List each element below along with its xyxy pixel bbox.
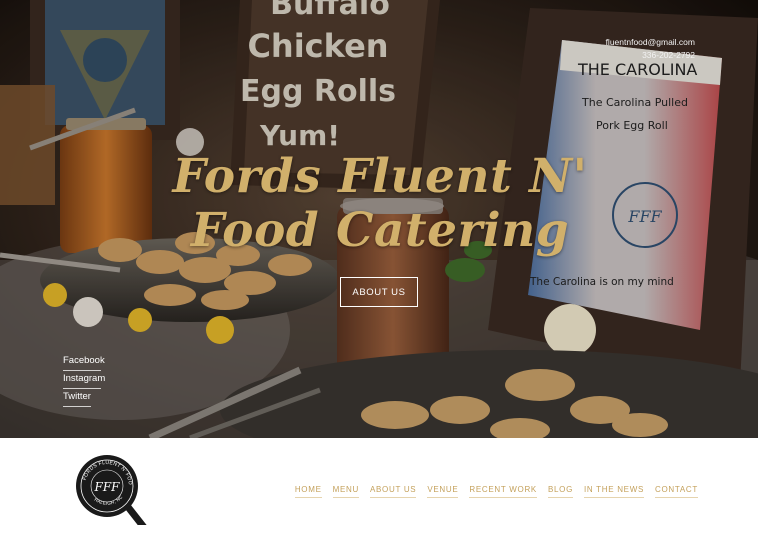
- social-link-facebook[interactable]: Facebook: [63, 355, 105, 371]
- main-navigation: HOME MENU ABOUT US VENUE RECENT WORK BLO…: [294, 485, 698, 498]
- contact-email[interactable]: fluentnfood@gmail.com: [606, 36, 695, 49]
- site-navbar: FORDS FLUENT N' FOOD RALEIGH, NC FFF HOM…: [0, 438, 758, 539]
- skillet-handle-icon: [124, 503, 147, 525]
- contact-info: fluentnfood@gmail.com 336-202-2792: [606, 36, 695, 62]
- social-link-instagram[interactable]: Instagram: [63, 373, 105, 389]
- nav-home[interactable]: HOME: [294, 485, 322, 498]
- nav-recent-work[interactable]: RECENT WORK: [469, 485, 537, 498]
- contact-phone[interactable]: 336-202-2792: [606, 49, 695, 62]
- about-us-button[interactable]: ABOUT US: [340, 277, 418, 307]
- nav-contact[interactable]: CONTACT: [655, 485, 698, 498]
- hero-title-line2: Food Catering: [190, 203, 570, 258]
- nav-in-the-news[interactable]: IN THE NEWS: [584, 485, 645, 498]
- hero-section: Buffalo Chicken Egg Rolls Yum! THE CAROL…: [0, 0, 758, 438]
- hero-title: Fords Fluent N' Food Catering: [150, 150, 610, 258]
- logo-monogram: FFF: [94, 480, 121, 494]
- social-links: Facebook Instagram Twitter: [63, 355, 105, 409]
- nav-about-us[interactable]: ABOUT US: [369, 485, 417, 498]
- site-logo[interactable]: FORDS FLUENT N' FOOD RALEIGH, NC FFF: [76, 455, 156, 525]
- nav-menu[interactable]: MENU: [332, 485, 359, 498]
- hero-title-line1: Fords Fluent N': [172, 149, 588, 204]
- social-link-twitter[interactable]: Twitter: [63, 391, 91, 407]
- nav-blog[interactable]: BLOG: [547, 485, 573, 498]
- nav-venue[interactable]: VENUE: [427, 485, 459, 498]
